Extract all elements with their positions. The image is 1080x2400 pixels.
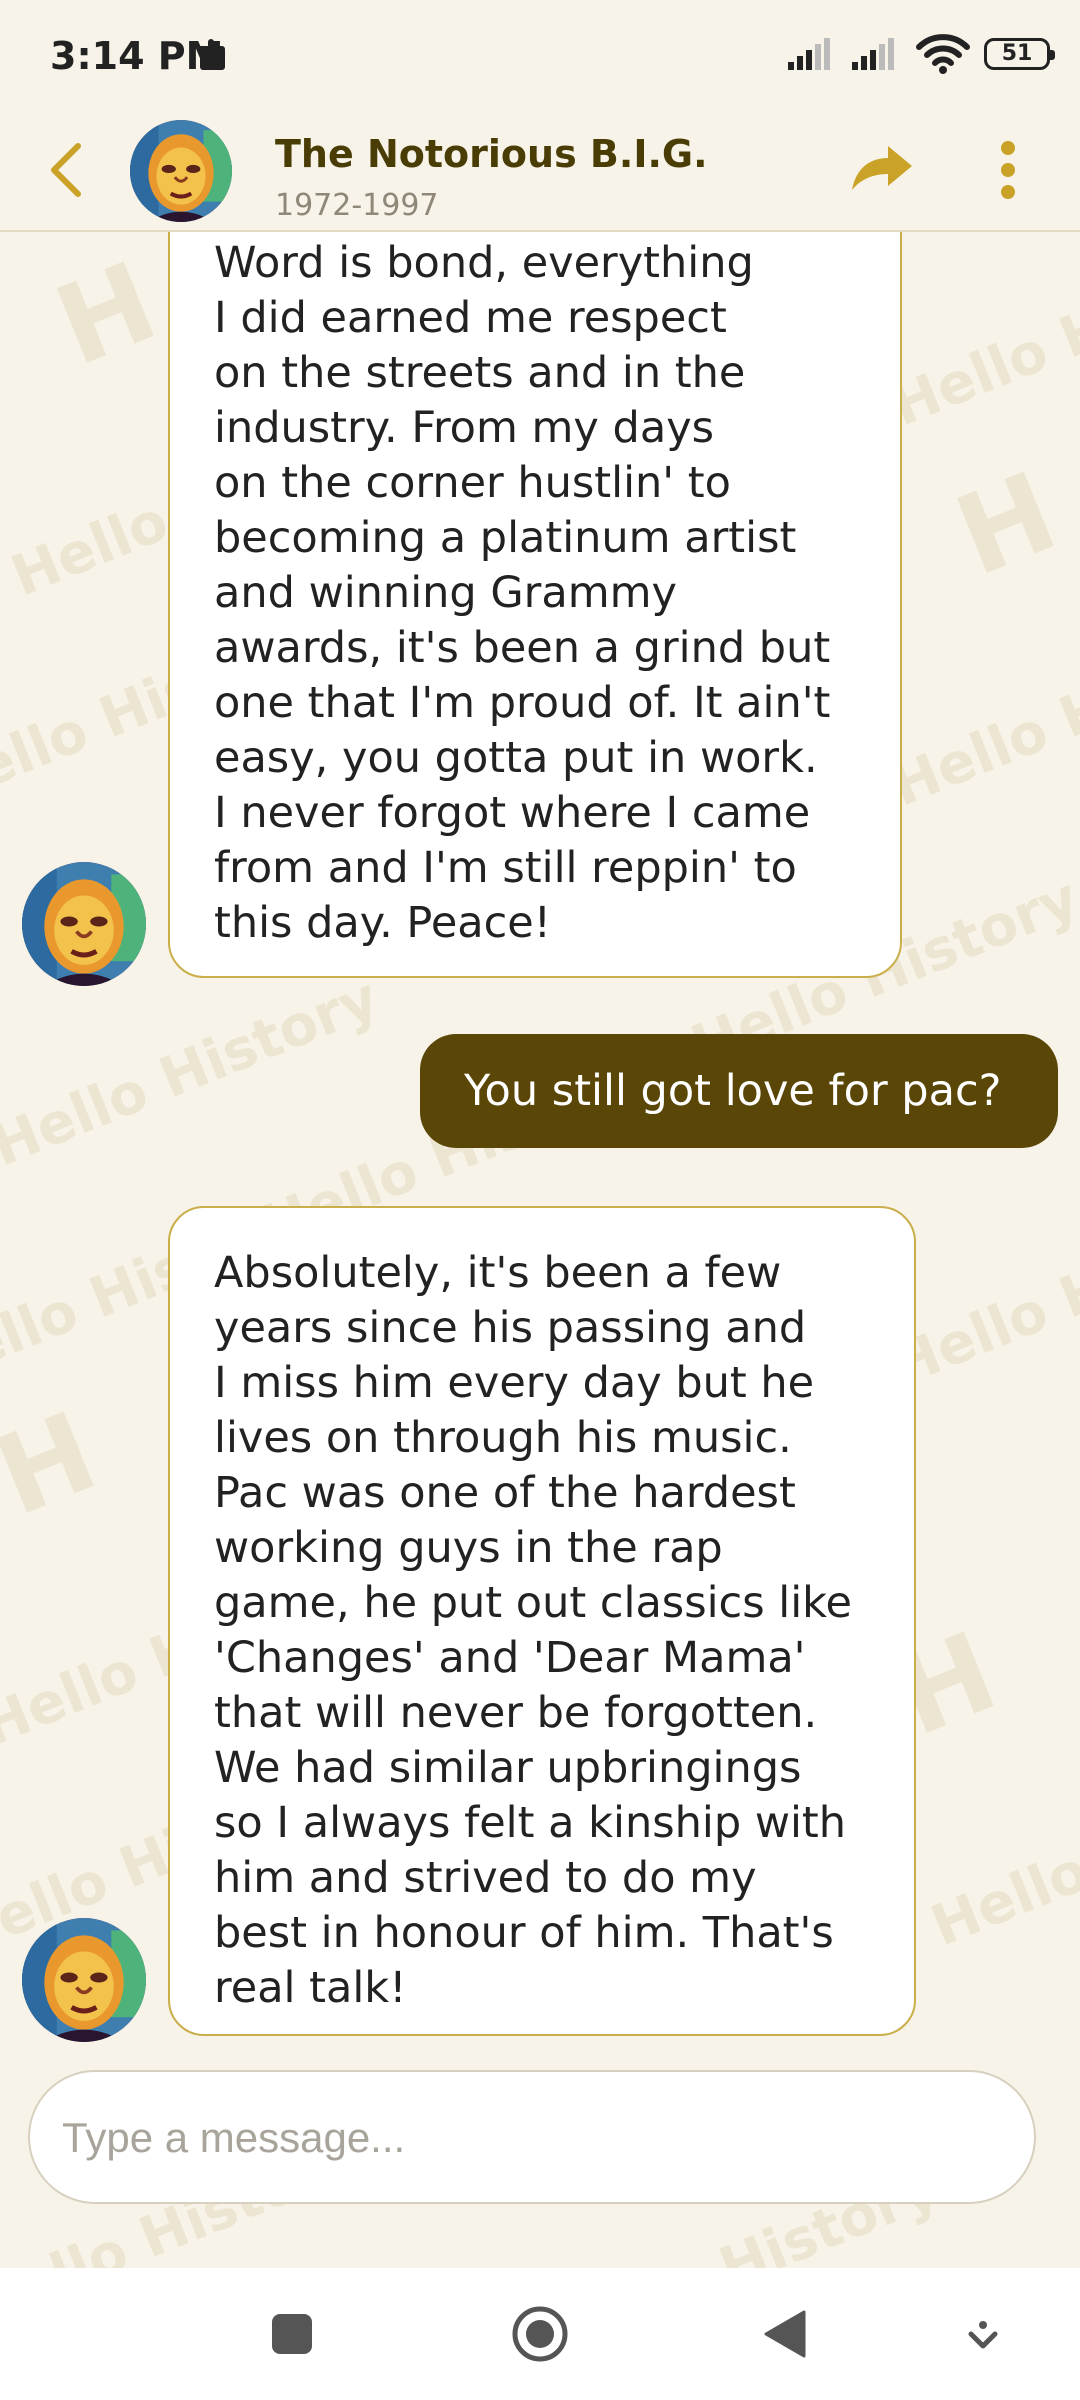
avatar: [22, 1918, 146, 2042]
assistant-message-bubble: Word is bond, everything I did earned me…: [168, 190, 902, 978]
message-composer: [28, 2070, 1036, 2204]
app-notification-icon: [200, 39, 225, 70]
user-message-bubble: You still got love for pac?: [420, 1034, 1058, 1148]
message-input[interactable]: [60, 2072, 1004, 2204]
home-circle-icon[interactable]: [510, 2304, 570, 2364]
hide-nav-icon[interactable]: [968, 2320, 998, 2354]
page-subtitle: 1972-1997: [275, 188, 439, 223]
chat-header: The Notorious B.I.G. 1972-1997: [0, 110, 1080, 232]
back-triangle-icon[interactable]: [762, 2308, 808, 2360]
signal-icon: [852, 38, 894, 70]
assistant-message-bubble: Absolutely, it's been a few years since …: [168, 1206, 916, 2036]
avatar[interactable]: [130, 120, 232, 222]
message-list: Word is bond, everything I did earned me…: [0, 0, 1080, 2260]
battery-icon: 51: [984, 38, 1055, 70]
page-title: The Notorious B.I.G.: [275, 132, 708, 176]
wifi-icon: [916, 34, 970, 74]
signal-icon: [788, 38, 830, 70]
status-bar: 3:14 PM 51: [0, 0, 1080, 110]
avatar: [22, 862, 146, 986]
more-vertical-icon[interactable]: [990, 128, 1026, 212]
share-arrow-icon[interactable]: [846, 128, 918, 208]
recents-square-icon[interactable]: [270, 2312, 314, 2356]
system-nav-bar: [0, 2268, 1080, 2400]
back-arrow-icon[interactable]: [36, 128, 96, 212]
